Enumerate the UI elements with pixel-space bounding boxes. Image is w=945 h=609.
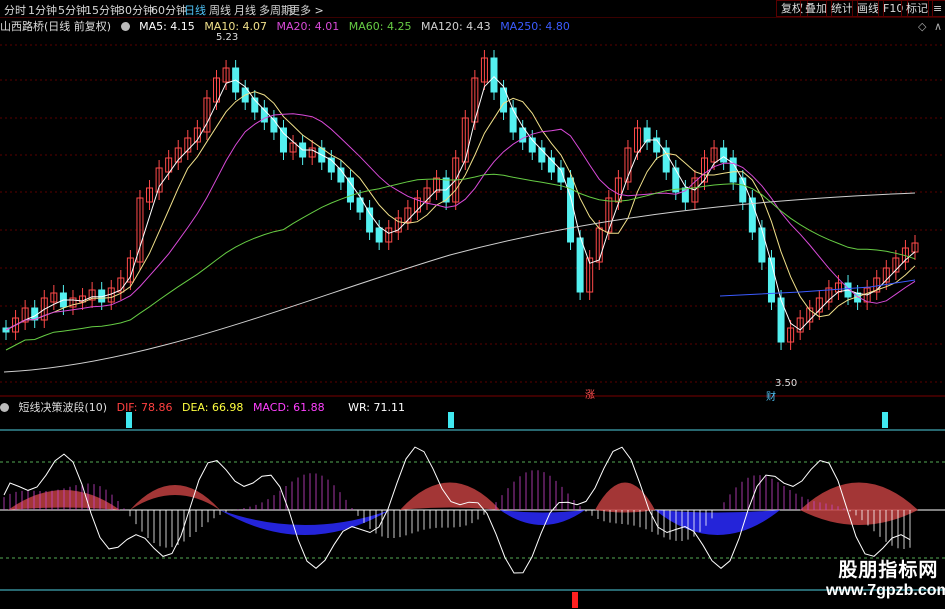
- ma20-value: MA20: 4.01: [276, 20, 340, 33]
- candle-body: [672, 167, 680, 193]
- buy-signal-marker: [126, 412, 132, 428]
- ma120-line: [3, 192, 916, 373]
- period-tab-30min[interactable]: 30分钟: [118, 2, 154, 18]
- candle-body: [346, 177, 354, 203]
- candle-body: [576, 237, 584, 293]
- low-price-label: 3.50: [775, 378, 798, 389]
- period-tab-5min[interactable]: 5分钟: [58, 2, 87, 18]
- candle-body: [279, 127, 287, 153]
- period-tab-weekly[interactable]: 周线: [209, 2, 231, 18]
- period-tab-1min[interactable]: 1分钟: [28, 2, 57, 18]
- period-tab-multi[interactable]: 多周期: [259, 2, 292, 18]
- dea-value: DEA: 66.98: [181, 401, 244, 414]
- buy-signal-marker: [882, 412, 888, 428]
- ma120-value: MA120: 4.43: [420, 20, 491, 33]
- buy-signal-marker: [448, 412, 454, 428]
- candle-body: [490, 57, 498, 93]
- kline-chart[interactable]: [0, 0, 945, 609]
- rise-marker[interactable]: 涨: [585, 386, 595, 401]
- period-tab-more[interactable]: 更多 >: [289, 2, 324, 18]
- candle-body: [720, 147, 728, 163]
- period-tab-monthly[interactable]: 月线: [234, 2, 256, 18]
- candle-body: [758, 227, 766, 263]
- candle-body: [662, 147, 670, 173]
- high-price-label: 5.23: [216, 32, 239, 43]
- period-tab-fenshi[interactable]: 分时: [4, 2, 26, 18]
- ma-legend: 山西路桥(日线 前复权) MA5: 4.15 MA10: 4.07 MA20: …: [0, 18, 576, 33]
- indicator-settings-icon[interactable]: [0, 403, 9, 412]
- candle-body: [366, 207, 374, 233]
- wr-value: WR: 71.11: [348, 401, 405, 414]
- ma250-value: MA250: 4.80: [500, 20, 570, 33]
- settings-icon[interactable]: [120, 22, 130, 31]
- ma5-line: [5, 75, 916, 331]
- candle-body: [375, 227, 383, 243]
- period-tab-15min[interactable]: 15分钟: [85, 2, 121, 18]
- ind-red-band: [800, 482, 918, 525]
- menu-icon[interactable]: ≡: [928, 0, 945, 17]
- scroll-up-icon[interactable]: ∧: [934, 20, 942, 33]
- candle-body: [681, 187, 689, 203]
- ma10-line: [5, 91, 916, 331]
- period-tab-daily[interactable]: 日线: [184, 2, 206, 18]
- sell-signal-marker: [572, 592, 578, 608]
- ma5-value: MA5: 4.15: [139, 20, 195, 33]
- finance-marker[interactable]: 财: [766, 388, 776, 403]
- indicator-legend: 短线决策波段(10) DIF: 78.86 DEA: 66.98 MACD: 6…: [0, 399, 411, 414]
- watermark-url: www.7gpzb.com: [826, 582, 945, 599]
- collapse-icon[interactable]: ◇: [918, 20, 926, 33]
- period-tab-60min[interactable]: 60分钟: [151, 2, 187, 18]
- candle-body: [739, 177, 747, 203]
- ind-blue-band: [500, 510, 585, 525]
- ind-blue-band: [655, 510, 780, 535]
- ind-red-band: [130, 485, 220, 510]
- stock-title: 山西路桥(日线 前复权): [0, 20, 112, 33]
- candle-body: [509, 107, 517, 133]
- ind-red-band: [400, 482, 500, 510]
- macd-value: MACD: 61.88: [252, 401, 325, 414]
- dif-value: DIF: 78.86: [116, 401, 173, 414]
- indicator-title: 短线决策波段(10): [18, 401, 108, 414]
- site-watermark: 股朋指标网 www.7gpzb.com: [826, 555, 945, 600]
- ind-red-band: [595, 482, 655, 513]
- watermark-title: 股朋指标网: [838, 559, 939, 581]
- ma60-value: MA60: 4.25: [348, 20, 412, 33]
- period-toolbar: 分时 1分钟 5分钟 15分钟 30分钟 60分钟 日线 周线 月线 多周期 更…: [0, 0, 945, 18]
